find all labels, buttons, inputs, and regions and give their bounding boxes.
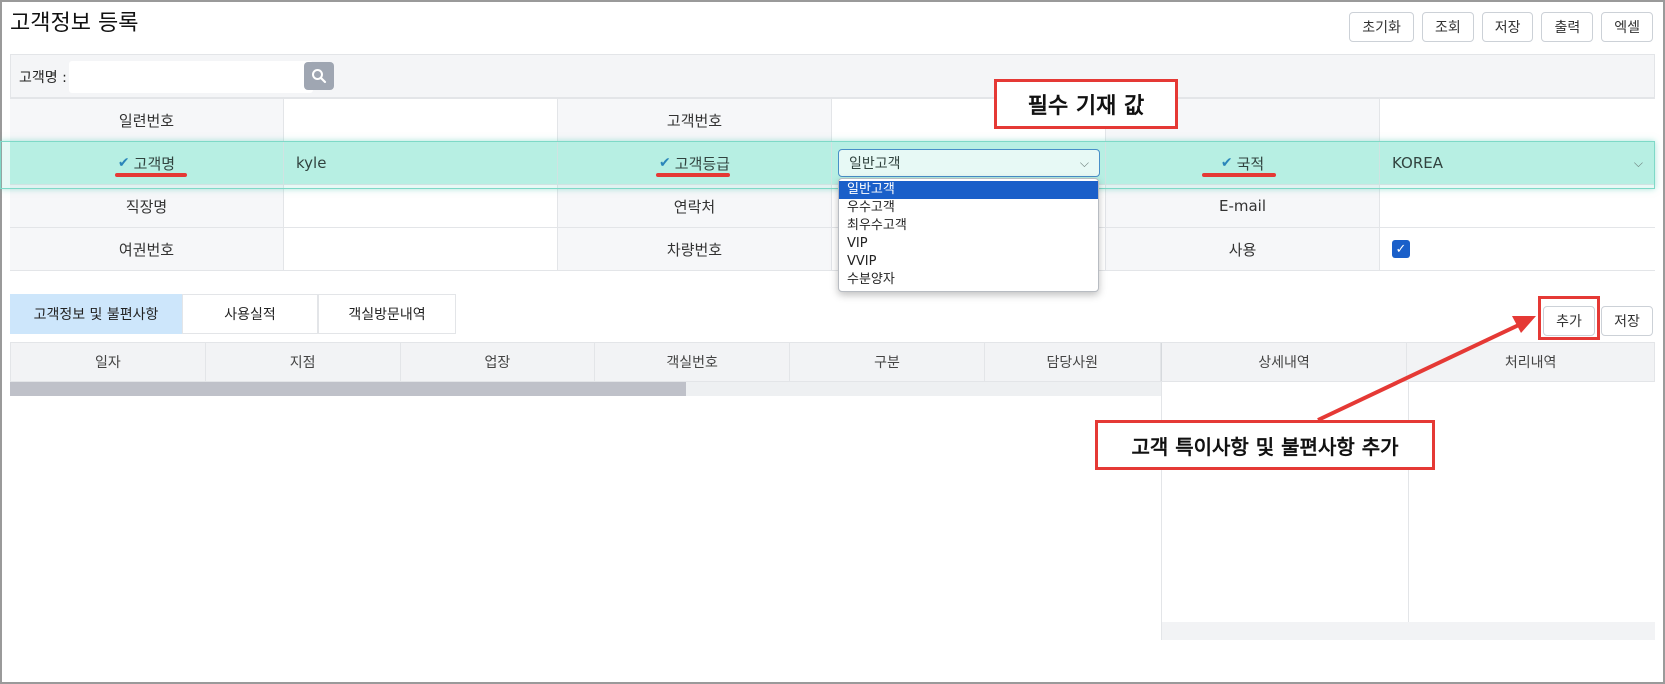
tab-customer-complaints[interactable]: 고객정보 및 불편사항 [10,294,182,334]
customer-grade-label-cell: ✔ 고객등급 [558,142,832,184]
customer-number-label: 고객번호 [558,99,832,141]
col-category[interactable]: 구분 [790,343,985,381]
grid-header: 일자 지점 업장 객실번호 구분 담당사원 상세내역 처리내역 [10,342,1655,382]
required-underline [115,173,187,177]
add-button-highlight [1538,296,1600,340]
col-processing[interactable]: 처리내역 [1407,343,1654,381]
grade-option[interactable]: 최우수고객 [839,217,1098,235]
grade-option[interactable]: 일반고객 [839,181,1098,199]
customer-grade-dropdown[interactable]: 일반고객 우수고객 최우수고객 VIP VVIP 수분양자 [838,178,1099,292]
search-icon [312,69,327,84]
use-label: 사용 [1106,228,1380,270]
add-note-callout: 고객 특이사항 및 불편사항 추가 [1095,420,1435,470]
save-button[interactable]: 저장 [1481,12,1534,42]
tab-usage-history[interactable]: 사용실적 [182,294,318,334]
col-date[interactable]: 일자 [11,343,206,381]
form-row-serial: 일련번호 고객번호 [10,99,1655,142]
form-row-company: 직장명 연락처 E-mail [10,185,1655,228]
col-detail[interactable]: 상세내역 [1160,343,1408,381]
search-panel: 고객명 : [10,54,1655,98]
chevron-down-icon: ⌵ [1633,155,1643,170]
car-number-label: 차량번호 [558,228,832,270]
passport-field[interactable] [284,228,558,270]
contact-label: 연락처 [558,185,832,227]
search-submit-button[interactable] [304,62,334,90]
nationality-select[interactable]: KOREA ⌵ [1380,142,1655,184]
grade-option[interactable]: VIP [839,235,1098,253]
detail-save-button[interactable]: 저장 [1601,306,1653,336]
detail-tabs: 고객정보 및 불편사항 사용실적 객실방문내역 [10,294,456,334]
form-row-required: ✔ 고객명 kyle ✔ 고객등급 일반고객 ⌵ ✔ 국적 KOREA ⌵ [10,142,1655,185]
use-checkbox-cell: ✓ [1380,228,1655,270]
nationality-value: KOREA [1392,154,1443,172]
company-field[interactable] [284,185,558,227]
grade-option[interactable]: VVIP [839,253,1098,271]
required-check-icon: ✔ [117,155,130,171]
serial-number-field[interactable] [284,99,558,141]
pane-divider [1408,382,1409,622]
grade-option[interactable]: 수분양자 [839,271,1098,289]
nationality-label-cell: ✔ 국적 [1106,142,1380,184]
required-check-icon: ✔ [1220,155,1233,171]
tab-room-visit-history[interactable]: 객실방문내역 [318,294,456,334]
required-underline [656,173,730,177]
customer-name-label-cell: ✔ 고객명 [10,142,284,184]
page-title: 고객정보 등록 [10,11,139,36]
horizontal-scrollbar[interactable] [10,382,1161,396]
email-label: E-mail [1106,185,1380,227]
customer-name-field[interactable]: kyle [284,142,558,184]
pane-footer [1162,622,1655,640]
scrollbar-thumb[interactable] [10,382,686,396]
toolbar: 초기화 조회 저장 출력 엑셀 [1349,12,1653,42]
empty-field [1380,99,1655,141]
col-branch[interactable]: 지점 [206,343,401,381]
customer-name-search-input[interactable] [69,61,313,93]
col-staff[interactable]: 담당사원 [985,343,1161,381]
required-underline [1202,173,1276,177]
email-field[interactable] [1380,185,1655,227]
passport-label: 여권번호 [10,228,284,270]
nationality-label: 국적 [1236,154,1265,173]
reset-button[interactable]: 초기화 [1349,12,1414,42]
search-label: 고객명 : [19,70,67,86]
customer-grade-label: 고객등급 [674,154,730,173]
col-room-number[interactable]: 객실번호 [595,343,791,381]
customer-name-label: 고객명 [133,154,176,173]
customer-grade-select[interactable]: 일반고객 ⌵ [838,149,1100,177]
use-checkbox[interactable]: ✓ [1392,240,1410,258]
search-button[interactable]: 조회 [1421,12,1474,42]
company-label: 직장명 [10,185,284,227]
customer-grade-value: 일반고객 [849,156,901,172]
excel-button[interactable]: 엑셀 [1601,12,1653,42]
print-button[interactable]: 출력 [1541,12,1594,42]
required-fields-callout: 필수 기재 값 [994,79,1178,129]
form-row-passport: 여권번호 차량번호 사용 ✓ [10,228,1655,271]
chevron-down-icon: ⌵ [1079,155,1089,170]
serial-number-label: 일련번호 [10,99,284,141]
customer-form: 일련번호 고객번호 ✔ 고객명 kyle ✔ 고객등급 일반고객 ⌵ ✔ 국적 … [10,98,1655,271]
col-business[interactable]: 업장 [401,343,596,381]
required-check-icon: ✔ [659,155,671,171]
grade-option[interactable]: 우수고객 [839,199,1098,217]
